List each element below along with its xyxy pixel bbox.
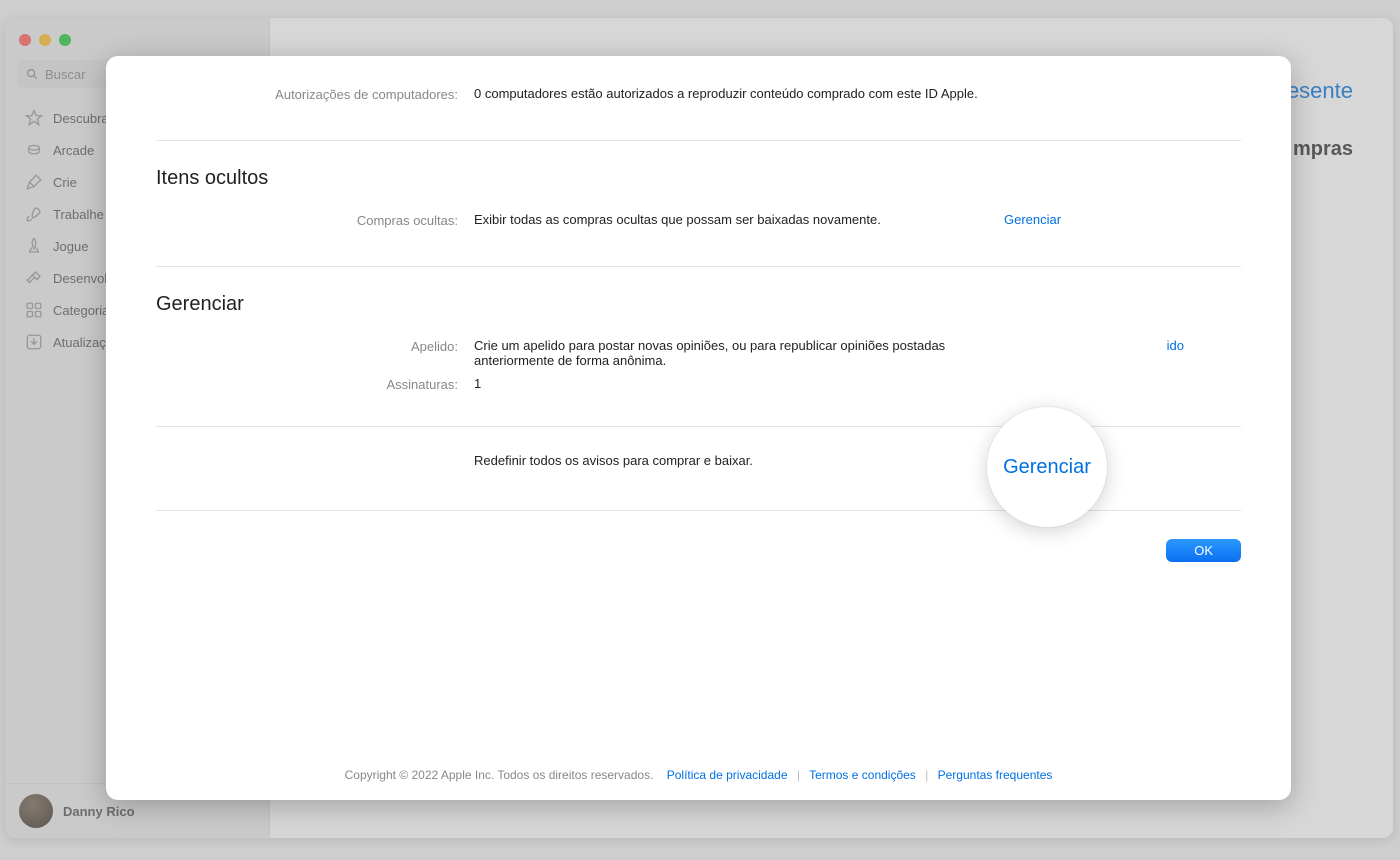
arcade-icon (25, 141, 43, 159)
ok-row: OK (156, 533, 1241, 574)
user-name: Danny Rico (63, 804, 135, 819)
account-settings-sheet: Autorizações de computadores: 0 computad… (106, 56, 1291, 800)
auth-value: 0 computadores estão autorizados a repro… (474, 86, 984, 101)
rocket2-icon (25, 237, 43, 255)
divider (156, 266, 1241, 267)
footer-divider: | (797, 768, 800, 782)
subscriptions-value: 1 (474, 376, 984, 391)
manage-hidden-link[interactable]: Gerenciar (1004, 212, 1061, 227)
section-hidden-items-title: Itens ocultos (156, 167, 1241, 190)
sidebar-item-label: Descubra (53, 111, 109, 126)
reset-text: Redefinir todos os avisos para comprar e… (474, 453, 984, 468)
zoom-window-button[interactable] (59, 34, 71, 46)
grid-icon (25, 301, 43, 319)
footer-terms-link[interactable]: Termos e condições (809, 768, 916, 782)
row-computer-authorizations: Autorizações de computadores: 0 computad… (156, 82, 1241, 106)
close-window-button[interactable] (19, 34, 31, 46)
sidebar-item-label: Arcade (53, 143, 94, 158)
download-icon (25, 333, 43, 351)
lens-text: Gerenciar (1003, 456, 1091, 479)
magnifier-lens: Gerenciar (987, 407, 1107, 527)
search-icon (25, 67, 39, 81)
sheet-body: Autorizações de computadores: 0 computad… (106, 56, 1291, 752)
background-link-fragment: esente (1287, 78, 1353, 104)
create-nickname-link[interactable]: ido (1167, 338, 1184, 353)
row-subscriptions: Assinaturas: 1 (156, 372, 1241, 396)
rocket-icon (25, 205, 43, 223)
minimize-window-button[interactable] (39, 34, 51, 46)
reset-spacer (156, 453, 474, 454)
auth-label: Autorizações de computadores: (156, 86, 474, 102)
section-manage-title: Gerenciar (156, 293, 1241, 316)
row-hidden-purchases: Compras ocultas: Exibir todas as compras… (156, 208, 1241, 232)
hammer-icon (25, 269, 43, 287)
avatar (19, 794, 53, 828)
divider (156, 140, 1241, 141)
sidebar-item-label: Trabalhe (53, 207, 104, 222)
footer-divider: | (925, 768, 928, 782)
footer-privacy-link[interactable]: Política de privacidade (667, 768, 788, 782)
footer-faq-link[interactable]: Perguntas frequentes (938, 768, 1053, 782)
background-sub-fragment: mpras (1293, 138, 1353, 161)
star-icon (25, 109, 43, 127)
footer-copyright: Copyright © 2022 Apple Inc. Todos os dir… (345, 768, 654, 782)
row-nickname: Apelido: Crie um apelido para postar nov… (156, 334, 1241, 372)
ok-button[interactable]: OK (1166, 539, 1241, 562)
sheet-footer: Copyright © 2022 Apple Inc. Todos os dir… (106, 752, 1291, 800)
nickname-value: Crie um apelido para postar novas opiniõ… (474, 338, 984, 368)
brush-icon (25, 173, 43, 191)
nickname-label: Apelido: (156, 338, 474, 354)
sidebar-item-label: Crie (53, 175, 77, 190)
hidden-value: Exibir todas as compras ocultas que poss… (474, 212, 984, 227)
hidden-label: Compras ocultas: (156, 212, 474, 228)
sidebar-item-label: Jogue (53, 239, 88, 254)
subscriptions-label: Assinaturas: (156, 376, 474, 392)
search-placeholder: Buscar (45, 67, 85, 82)
